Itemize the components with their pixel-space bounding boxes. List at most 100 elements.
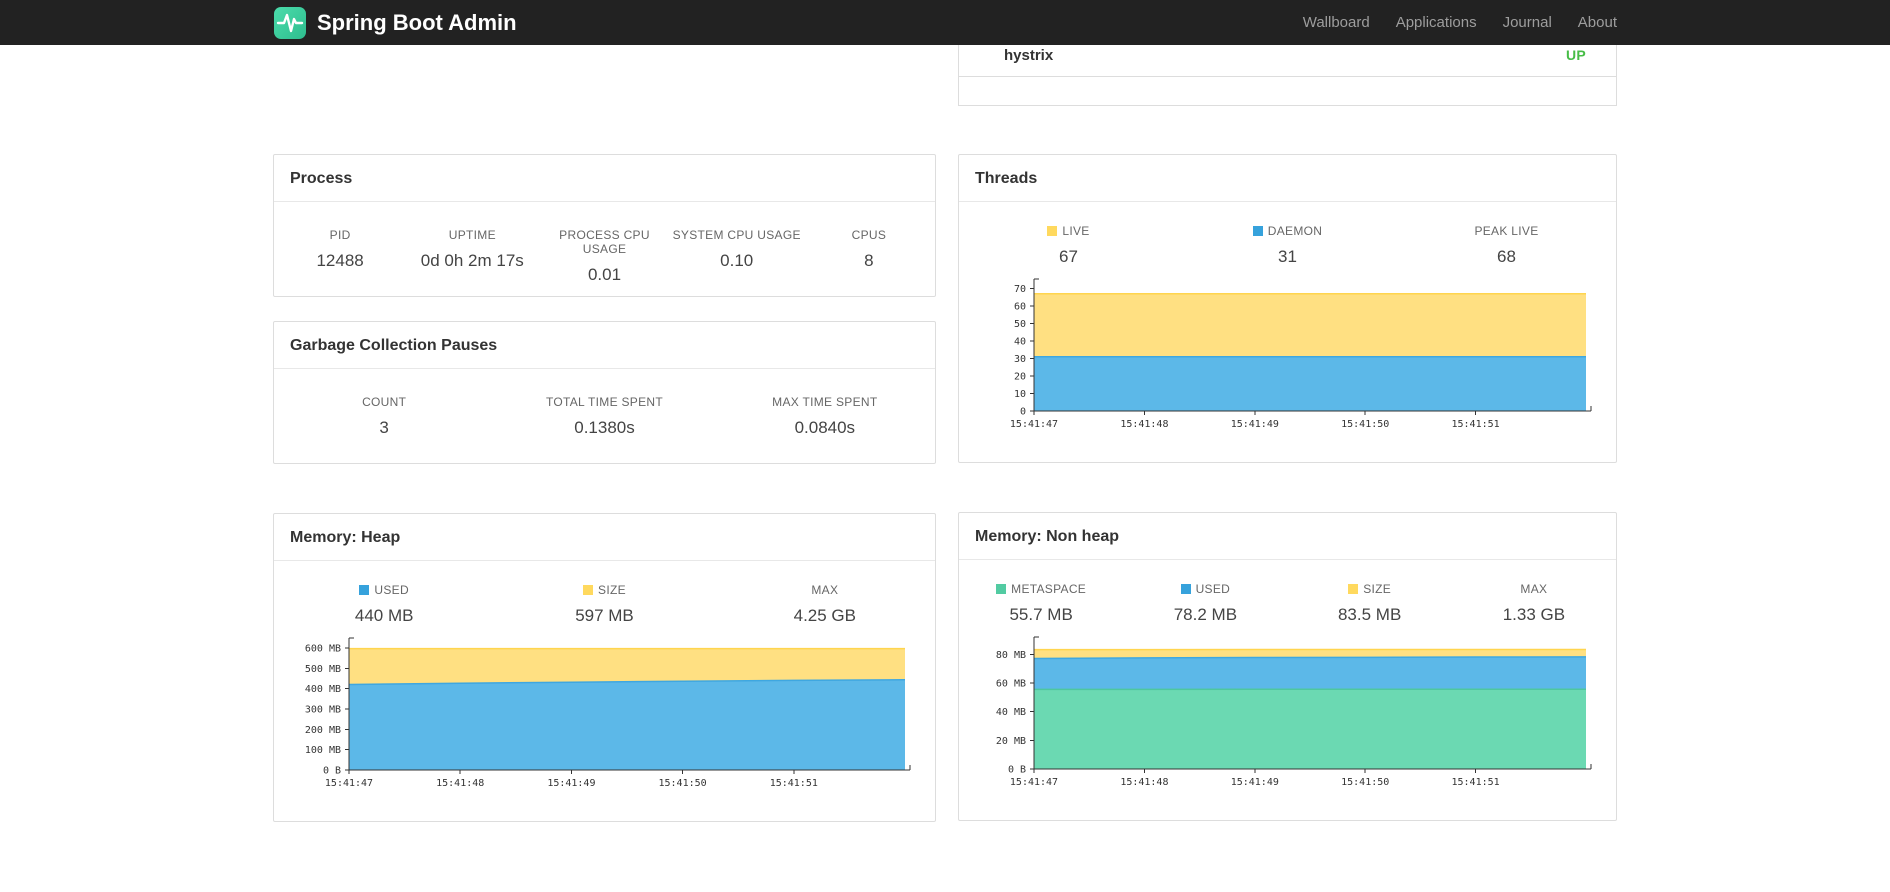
metric-value: 0.1380s <box>574 418 635 437</box>
metric-label: CPUS <box>851 228 887 242</box>
svg-text:100 MB: 100 MB <box>305 745 341 756</box>
legend-label: MAX <box>811 583 839 597</box>
svg-text:15:41:49: 15:41:49 <box>1231 777 1279 788</box>
metric-value: 0.01 <box>587 265 622 284</box>
threads-legend: LIVE 67 DAEMON 31 PEAK LIVE 68 <box>959 202 1616 267</box>
metric-gc-max-time: MAX TIME SPENT 0.0840s <box>715 395 935 438</box>
svg-text:20: 20 <box>1014 372 1026 383</box>
svg-text:200 MB: 200 MB <box>305 725 341 736</box>
svg-text:0 B: 0 B <box>323 766 341 777</box>
memory-heap-panel: Memory: Heap USED 440 MB SIZE 597 MB MAX… <box>273 513 936 822</box>
left-column: Process PID 12488 UPTIME 0d 0h 2m 17s PR… <box>273 45 936 822</box>
legend-label: PEAK LIVE <box>1474 224 1539 238</box>
svg-text:15:41:48: 15:41:48 <box>1120 777 1168 788</box>
metric-label: COUNT <box>362 395 407 409</box>
metric-process-cpu: PROCESS CPU USAGE 0.01 <box>538 228 670 285</box>
metric-label: MAX TIME SPENT <box>772 395 878 409</box>
memory-nonheap-panel: Memory: Non heap METASPACE 55.7 MB USED … <box>958 512 1617 821</box>
svg-text:0 B: 0 B <box>1008 765 1026 776</box>
memory-nonheap-header: Memory: Non heap <box>959 513 1616 560</box>
metric-value: 8 <box>864 251 874 270</box>
metric-label: UPTIME <box>448 228 496 242</box>
svg-text:15:41:49: 15:41:49 <box>547 778 595 789</box>
threads-panel-header: Threads <box>959 155 1616 202</box>
nav-item-wallboard[interactable]: Wallboard <box>1303 14 1370 31</box>
live-swatch-icon <box>1047 226 1058 236</box>
legend-label: SIZE <box>1363 582 1392 596</box>
size-swatch-icon <box>583 585 594 595</box>
svg-text:60 MB: 60 MB <box>996 679 1026 690</box>
memory-heap-title: Memory: Heap <box>290 529 401 546</box>
process-panel-title: Process <box>290 170 353 187</box>
metric-pid: PID 12488 <box>274 228 406 285</box>
applications-status-panel: hystrix UP <box>958 45 1617 106</box>
legend-value: 83.5 MB <box>1337 605 1402 624</box>
svg-text:400 MB: 400 MB <box>305 684 341 695</box>
legend-value: 67 <box>1059 247 1078 266</box>
legend-item-size: SIZE 83.5 MB <box>1288 582 1452 625</box>
right-column: hystrix UP Threads LIVE 67 DAEMON 31 PEA… <box>958 45 1617 821</box>
used-swatch-icon <box>1180 584 1191 594</box>
svg-text:15:41:47: 15:41:47 <box>1010 419 1058 430</box>
navbar: Spring Boot Admin Wallboard Applications… <box>0 0 1890 45</box>
svg-text:70: 70 <box>1014 284 1026 295</box>
svg-text:600 MB: 600 MB <box>305 644 341 655</box>
legend-value: 440 MB <box>354 606 414 625</box>
threads-panel-title: Threads <box>975 170 1038 187</box>
svg-text:0: 0 <box>1020 407 1026 418</box>
application-name[interactable]: hystrix <box>1004 47 1053 64</box>
metric-value: 0.0840s <box>794 418 856 437</box>
gc-panel-title: Garbage Collection Pauses <box>290 337 498 354</box>
memory-heap-header: Memory: Heap <box>274 514 935 561</box>
memory-heap-chart: 0 B 100 MB 200 MB 300 MB 400 MB 500 MB 600 MB 1… <box>274 632 935 804</box>
gc-panel-header: Garbage Collection Pauses <box>274 322 935 369</box>
brand[interactable]: Spring Boot Admin <box>273 6 517 40</box>
nav-item-journal[interactable]: Journal <box>1503 14 1552 31</box>
memory-nonheap-legend: METASPACE 55.7 MB USED 78.2 MB SIZE 83.5… <box>959 560 1616 625</box>
legend-label: USED <box>374 583 409 597</box>
legend-item-max: MAX 4.25 GB <box>715 583 935 626</box>
gc-metrics: COUNT 3 TOTAL TIME SPENT 0.1380s MAX TIM… <box>274 369 935 438</box>
legend-value: 4.25 GB <box>793 606 856 625</box>
metric-value: 3 <box>379 418 389 437</box>
legend-label: METASPACE <box>1011 582 1087 596</box>
legend-label: DAEMON <box>1267 224 1323 238</box>
nav-item-about[interactable]: About <box>1578 14 1617 31</box>
svg-text:15:41:48: 15:41:48 <box>1120 419 1168 430</box>
memory-nonheap-title: Memory: Non heap <box>975 528 1120 545</box>
process-panel: Process PID 12488 UPTIME 0d 0h 2m 17s PR… <box>273 154 936 297</box>
gc-panel: Garbage Collection Pauses COUNT 3 TOTAL … <box>273 321 936 464</box>
svg-text:15:41:49: 15:41:49 <box>1231 419 1279 430</box>
svg-text:40: 40 <box>1014 337 1026 348</box>
metric-label: TOTAL TIME SPENT <box>545 395 664 409</box>
metric-gc-total-time: TOTAL TIME SPENT 0.1380s <box>494 395 714 438</box>
svg-text:15:41:47: 15:41:47 <box>325 778 373 789</box>
legend-item-used: USED 440 MB <box>274 583 494 626</box>
legend-item-daemon: DAEMON 31 <box>1178 224 1397 267</box>
metric-label: PROCESS CPU USAGE <box>559 228 650 256</box>
spring-boot-admin-logo-icon <box>273 6 307 40</box>
svg-text:50: 50 <box>1014 319 1026 330</box>
legend-label: USED <box>1195 582 1231 596</box>
svg-text:40 MB: 40 MB <box>996 707 1026 718</box>
legend-item-max: MAX 1.33 GB <box>1452 582 1616 625</box>
legend-item-live: LIVE 67 <box>959 224 1178 267</box>
metaspace-swatch-icon <box>996 584 1007 594</box>
metric-system-cpu: SYSTEM CPU USAGE 0.10 <box>671 228 803 285</box>
metric-gc-count: COUNT 3 <box>274 395 494 438</box>
svg-text:500 MB: 500 MB <box>305 664 341 675</box>
threads-panel: Threads LIVE 67 DAEMON 31 PEAK LIVE 68 0… <box>958 154 1617 463</box>
threads-chart: 0 10 20 30 40 50 60 70 15:41:47 15:41:48 15:41:49 1… <box>959 273 1616 445</box>
metric-label: PID <box>329 228 351 242</box>
used-swatch-icon <box>359 585 370 595</box>
legend-item-metaspace: METASPACE 55.7 MB <box>959 582 1123 625</box>
nav-item-applications[interactable]: Applications <box>1396 14 1477 31</box>
legend-value: 68 <box>1497 247 1516 266</box>
legend-label: LIVE <box>1062 224 1090 238</box>
legend-value: 78.2 MB <box>1173 605 1238 624</box>
legend-value: 31 <box>1278 247 1297 266</box>
svg-text:60: 60 <box>1014 302 1026 313</box>
metric-value: 0d 0h 2m 17s <box>420 251 524 270</box>
svg-text:15:41:48: 15:41:48 <box>436 778 484 789</box>
svg-text:15:41:47: 15:41:47 <box>1010 777 1058 788</box>
